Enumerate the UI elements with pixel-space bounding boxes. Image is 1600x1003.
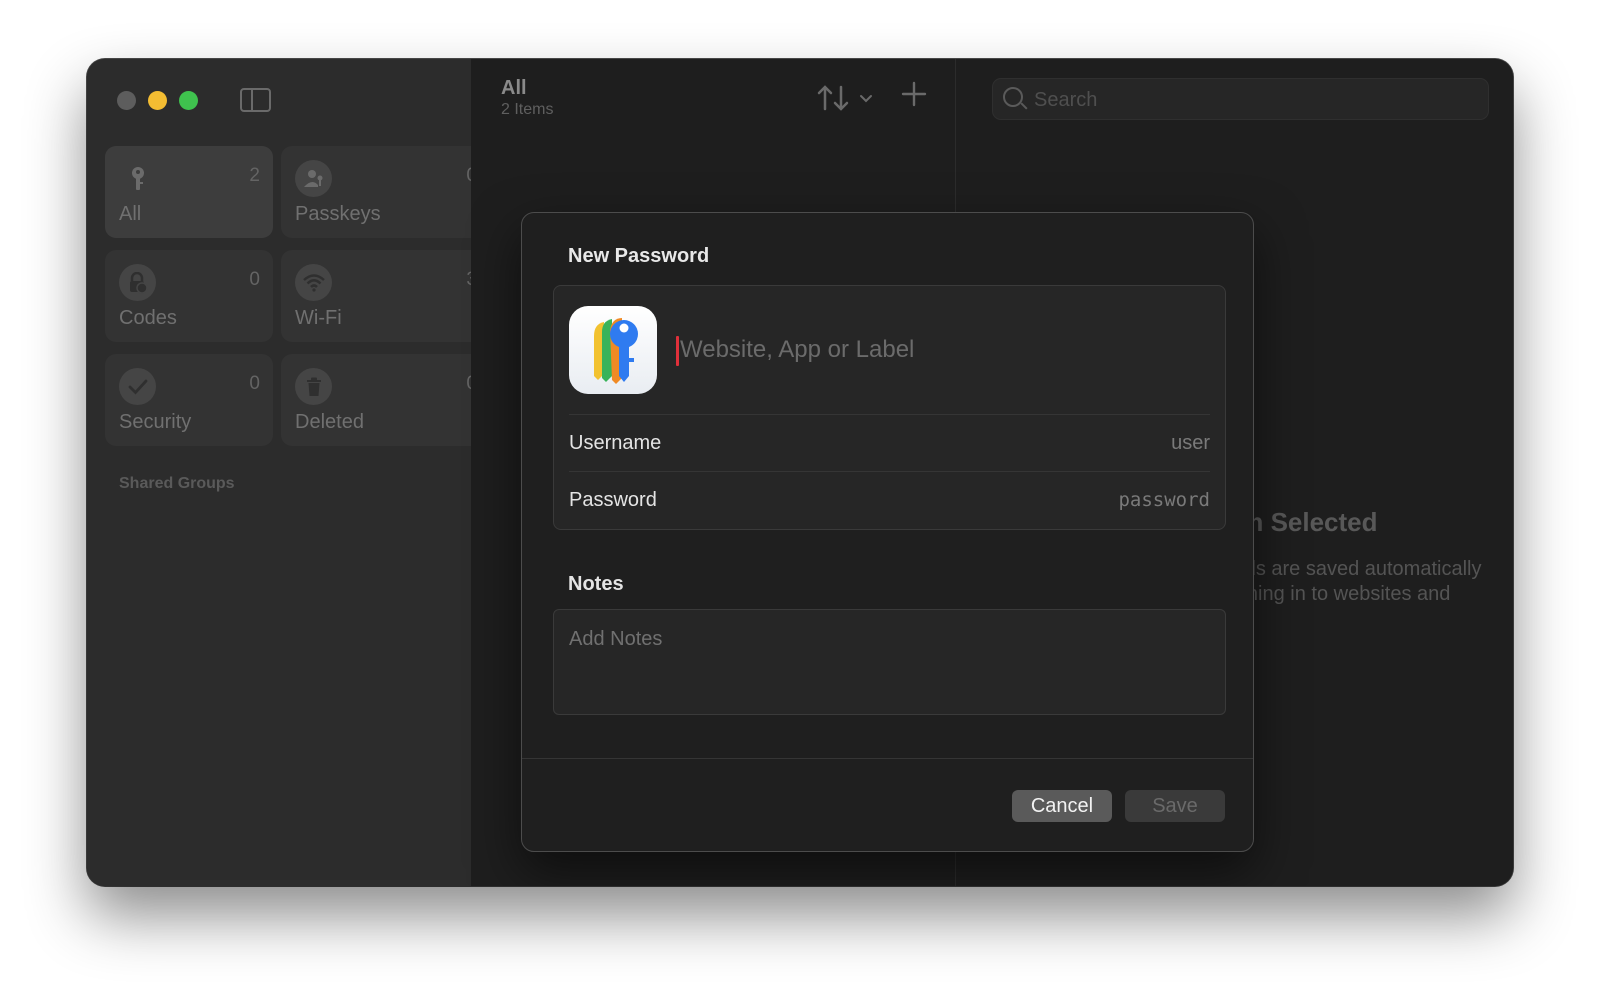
sidebar-tile-codes[interactable]: 0 Codes [105, 250, 273, 342]
person-key-icon [295, 160, 332, 197]
password-label: Password [569, 488, 657, 511]
notes-textarea[interactable]: Add Notes [553, 609, 1226, 715]
key-icon [119, 160, 156, 197]
cancel-button[interactable]: Cancel [1012, 790, 1112, 822]
shared-groups-heading: Shared Groups [119, 475, 235, 492]
sidebar-tile-all[interactable]: 2 All [105, 146, 273, 238]
sidebar: 2 All 0 Passkeys 0 Codes 3 Wi-Fi [87, 59, 477, 886]
sidebar-toggle-icon[interactable] [240, 88, 271, 112]
username-field[interactable]: user [1171, 432, 1210, 455]
notes-placeholder: Add Notes [569, 628, 663, 650]
wifi-icon [295, 264, 332, 301]
sidebar-tile-passkeys[interactable]: 0 Passkeys [281, 146, 477, 238]
add-icon[interactable] [901, 77, 927, 116]
username-label: Username [569, 431, 662, 454]
tile-label: Wi-Fi [295, 307, 342, 329]
sidebar-tile-security[interactable]: 0 Security [105, 354, 273, 446]
sidebar-tile-deleted[interactable]: 0 Deleted [281, 354, 477, 446]
passwords-window: 2 All 0 Passkeys 0 Codes 3 Wi-Fi [87, 59, 1513, 886]
maximize-window-button[interactable] [179, 91, 198, 110]
username-row[interactable]: Username user [569, 415, 1210, 471]
sort-menu-button[interactable] [817, 83, 879, 120]
text-cursor [676, 336, 679, 366]
list-title: All [501, 77, 527, 99]
tile-label: All [119, 203, 142, 225]
lock-clock-icon [119, 264, 156, 301]
sidebar-tile-wifi[interactable]: 3 Wi-Fi [281, 250, 477, 342]
notes-heading: Notes [568, 573, 624, 595]
tile-label: Codes [119, 307, 177, 329]
tile-count: 0 [249, 269, 260, 290]
search-icon [1003, 87, 1023, 107]
dialog-title: New Password [568, 245, 710, 267]
close-window-button[interactable] [117, 91, 136, 110]
tile-count: 0 [249, 373, 260, 394]
search-field[interactable]: Search [992, 78, 1489, 120]
tile-label: Passkeys [295, 203, 381, 225]
divider [522, 758, 1253, 759]
checkmark-icon [119, 368, 156, 405]
website-label-input[interactable] [680, 332, 1200, 368]
new-password-dialog: New Password Username user [521, 212, 1254, 852]
list-item-count: 2 Items [501, 101, 554, 118]
tile-label: Deleted [295, 411, 364, 433]
tile-label: Security [119, 411, 192, 433]
minimize-window-button[interactable] [148, 91, 167, 110]
trash-icon [295, 368, 332, 405]
save-button[interactable]: Save [1125, 790, 1225, 822]
passwords-app-icon [569, 306, 657, 394]
credential-fields-group: Username user Password password [553, 285, 1226, 530]
search-placeholder: Search [1034, 89, 1098, 111]
tile-count: 2 [249, 165, 260, 186]
password-row[interactable]: Password password [569, 472, 1210, 528]
password-field[interactable]: password [1118, 489, 1210, 511]
